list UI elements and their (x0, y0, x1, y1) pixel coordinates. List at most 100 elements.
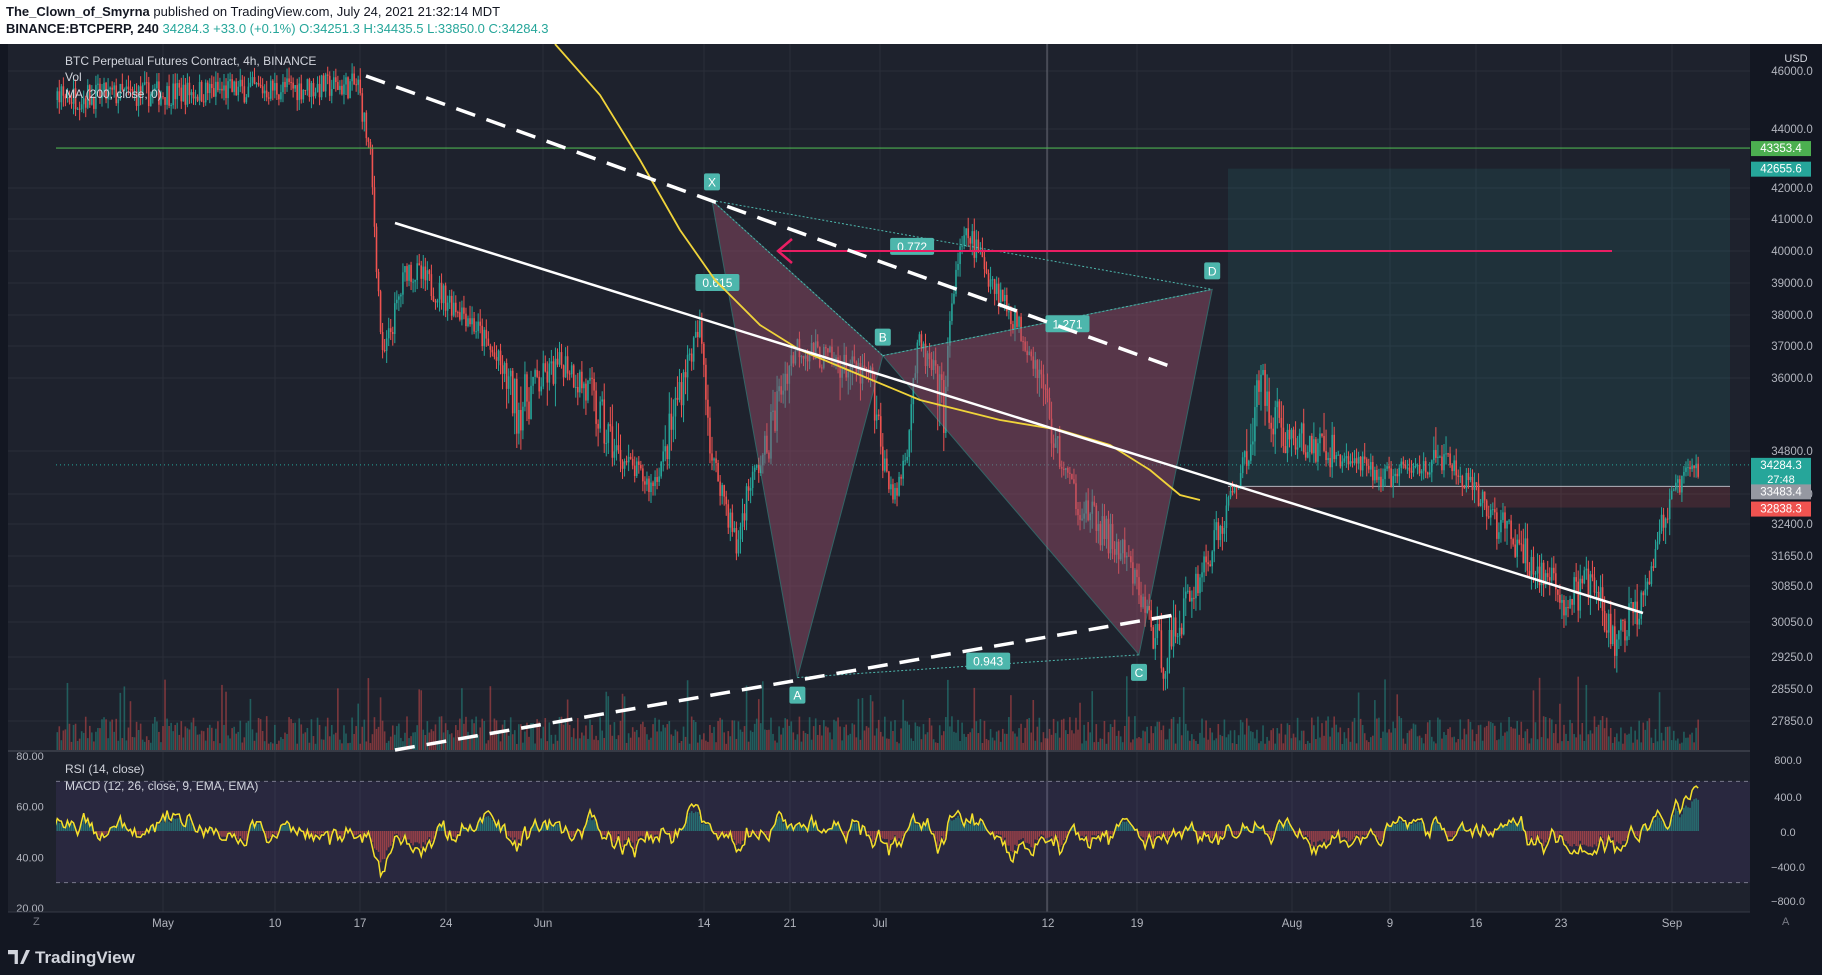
volume-bar (1284, 734, 1287, 750)
volume-bar (367, 678, 370, 750)
macd-histogram-bar (457, 831, 459, 834)
macd-histogram-bar (1093, 831, 1096, 836)
author-name[interactable]: The_Clown_of_Smyrna (6, 4, 150, 19)
candle-body (391, 331, 394, 335)
volume-bar (934, 742, 937, 750)
volume-bar (1445, 734, 1447, 750)
candle-body (983, 257, 986, 270)
volume-bar (491, 733, 494, 750)
volume-bar (589, 719, 591, 750)
publication-header: The_Clown_of_Smyrna published on Trading… (0, 0, 1822, 44)
macd-histogram-bar (223, 831, 225, 837)
macd-histogram-bar (715, 831, 717, 833)
macd-histogram-bar (1565, 831, 1567, 842)
volume-bar (1062, 718, 1065, 750)
candle-body (538, 376, 540, 392)
volume-bar (304, 732, 307, 750)
volume-bar (1298, 740, 1301, 750)
volume-bar (1550, 719, 1553, 750)
candle-body (1217, 522, 1220, 541)
volume-bar (1526, 728, 1529, 750)
candle-body (1258, 380, 1260, 392)
macd-histogram-bar (943, 831, 945, 840)
candle-body (444, 285, 447, 311)
volume-bar (257, 717, 260, 750)
volume-bar (841, 740, 843, 750)
candle-body (985, 269, 988, 274)
candle-body (1276, 401, 1279, 408)
volume-bar (823, 720, 825, 750)
volume-bar (784, 718, 786, 750)
volume-bar (1282, 743, 1285, 750)
volume-bar (1144, 731, 1146, 750)
candle-body (379, 291, 382, 333)
candle-body (371, 147, 374, 188)
candle-body (78, 108, 81, 110)
volume-bar (800, 741, 803, 750)
volume-bar (318, 724, 321, 750)
volume-bar (1286, 723, 1289, 750)
candle-body (1154, 638, 1157, 649)
volume-bar (211, 727, 213, 750)
volume-bar (1585, 684, 1588, 750)
volume-bar (1569, 719, 1571, 750)
candle-body (621, 461, 624, 469)
volume-bar (341, 743, 343, 750)
candle-body (479, 321, 481, 326)
candle-body (1374, 469, 1376, 481)
volume-bar (174, 725, 176, 750)
candle-body (452, 302, 455, 316)
volume-bar (1532, 690, 1535, 750)
candle-body (349, 81, 351, 99)
price-tick-label: 46000.0 (1771, 66, 1813, 78)
candle-body (729, 512, 732, 528)
candle-body (1282, 427, 1285, 446)
time-tick-label: May (152, 918, 174, 930)
candle-body (1211, 551, 1213, 567)
volume-bar (721, 719, 723, 750)
volume-bar (253, 740, 256, 750)
volume-bar (1681, 742, 1683, 750)
candle-body (1693, 465, 1695, 469)
volume-bar (1329, 736, 1331, 750)
candle-body (400, 294, 402, 297)
candle-body (501, 365, 504, 374)
volume-bar (1044, 738, 1047, 750)
corner-left[interactable]: Z (33, 916, 40, 928)
candle-body (524, 374, 526, 407)
volume-bar (1215, 738, 1218, 750)
candle-body (615, 445, 618, 452)
macd-histogram-bar (1309, 831, 1311, 840)
volume-bar (78, 738, 81, 750)
candle-body (1365, 459, 1368, 466)
volume-bar (485, 743, 488, 750)
volume-bar (1664, 726, 1667, 750)
macd-histogram-bar (967, 823, 969, 831)
candle-body (335, 77, 337, 83)
volume-bar (1028, 717, 1030, 750)
volume-bar (1400, 718, 1403, 750)
macd-histogram-bar (389, 831, 392, 846)
candle-body (263, 90, 266, 94)
candle-body (601, 399, 603, 402)
volume-bar (86, 738, 89, 750)
volume-bar (546, 741, 549, 750)
candle-body (465, 313, 467, 327)
price-chart[interactable]: XABCD0.6150.7721.2710.943 USD46000.04400… (0, 44, 1822, 940)
candle-body (516, 378, 518, 434)
candle-body (1372, 462, 1374, 481)
candle-body (276, 83, 278, 95)
volume-bar (1414, 724, 1417, 750)
candle-body (518, 409, 520, 434)
corner-right[interactable]: A (1782, 916, 1790, 928)
candle-body (1618, 630, 1620, 640)
volume-bar (788, 725, 791, 750)
volume-bar (1563, 724, 1565, 750)
volume-bar (587, 738, 589, 750)
volume-bar (1461, 739, 1464, 750)
volume-bar (389, 736, 392, 750)
legend-macd: MACD (12, 26, close, 9, EMA, EMA) (65, 779, 258, 793)
volume-bar (566, 699, 569, 750)
volume-bar (699, 734, 701, 750)
volume-bar (662, 724, 664, 750)
